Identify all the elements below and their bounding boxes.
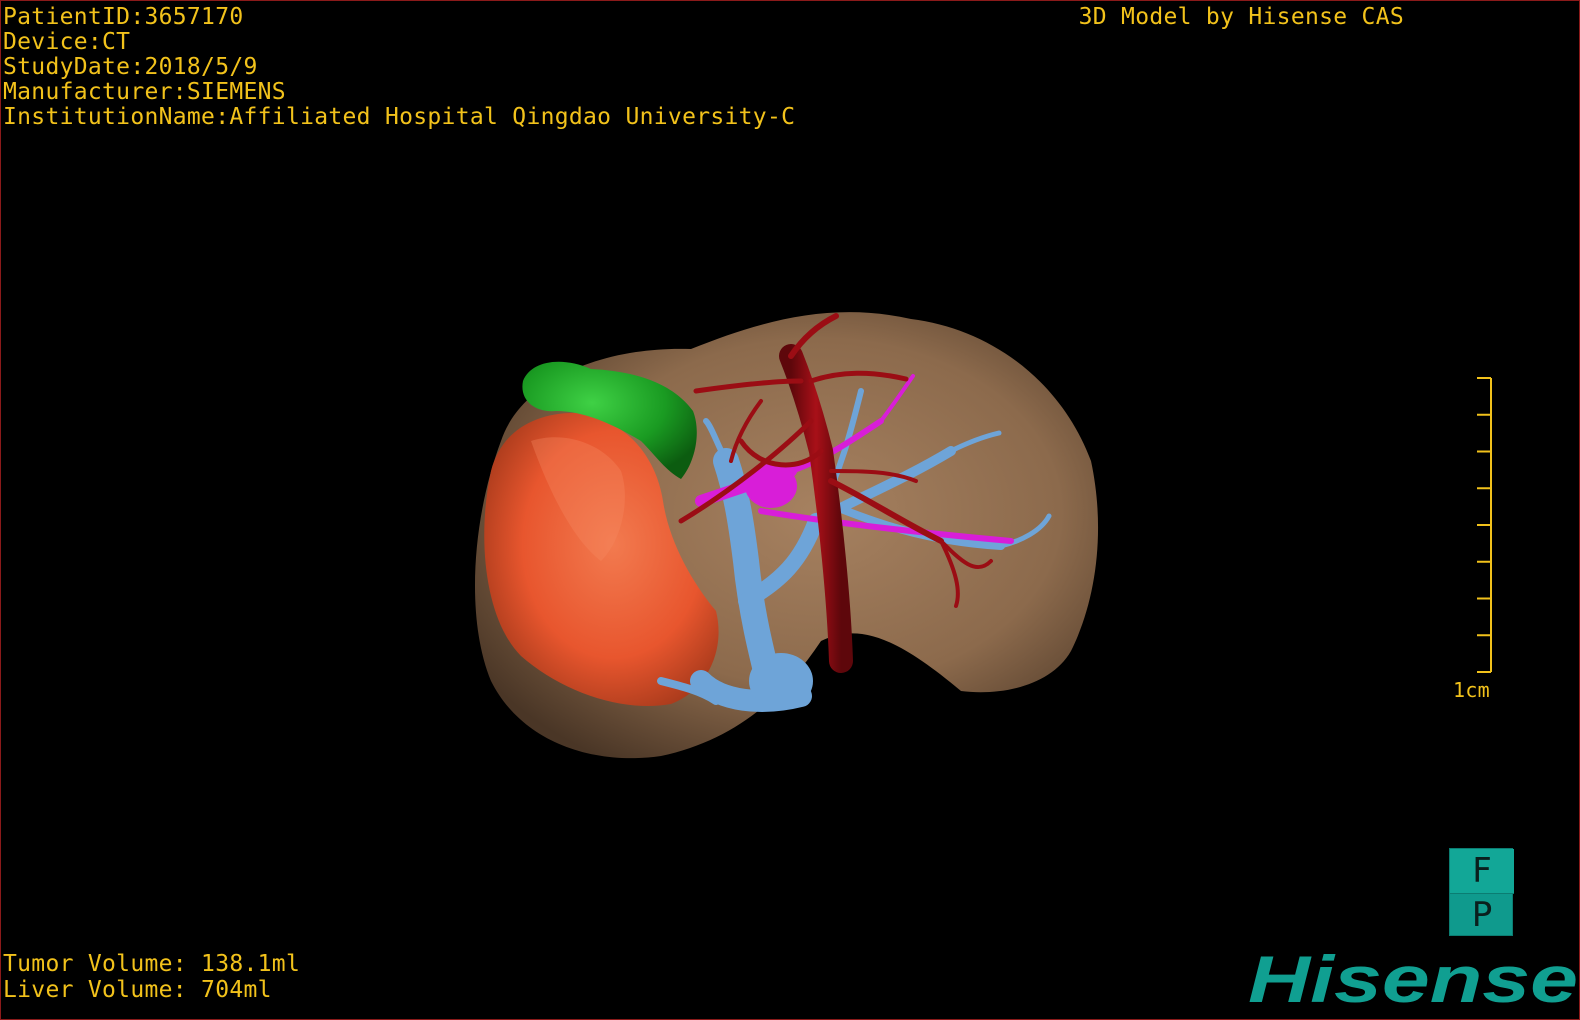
- device-text: Device:CT: [3, 29, 131, 55]
- study-info-overlay: PatientID:3657170 Device:CT StudyDate:20…: [3, 5, 795, 130]
- liver-volume-text: Liver Volume: 704ml: [3, 977, 272, 1003]
- hisense-logo: Hisense: [1248, 946, 1578, 1016]
- study-date-text: StudyDate:2018/5/9: [3, 54, 258, 80]
- scale-bar-label: 1cm: [1453, 678, 1491, 702]
- orientation-cube[interactable]: F P: [1449, 848, 1514, 937]
- patient-id-text: PatientID:3657170: [3, 4, 244, 30]
- scale-bar: [1477, 377, 1492, 673]
- liver-3d-model[interactable]: [1, 1, 1580, 1020]
- orientation-face-front[interactable]: F: [1450, 849, 1514, 894]
- model-watermark: 3D Model by Hisense CAS: [1078, 4, 1404, 30]
- orientation-face-posterior[interactable]: P: [1450, 893, 1514, 937]
- tumor-volume-text: Tumor Volume: 138.1ml: [3, 951, 301, 977]
- 3d-viewport[interactable]: PatientID:3657170 Device:CT StudyDate:20…: [0, 0, 1580, 1020]
- volume-overlay: Tumor Volume: 138.1ml Liver Volume: 704m…: [3, 952, 300, 1004]
- manufacturer-text: Manufacturer:SIEMENS: [3, 79, 286, 105]
- svg-text:Hisense: Hisense: [1248, 946, 1578, 1016]
- institution-text: InstitutionName:Affiliated Hospital Qing…: [3, 104, 796, 130]
